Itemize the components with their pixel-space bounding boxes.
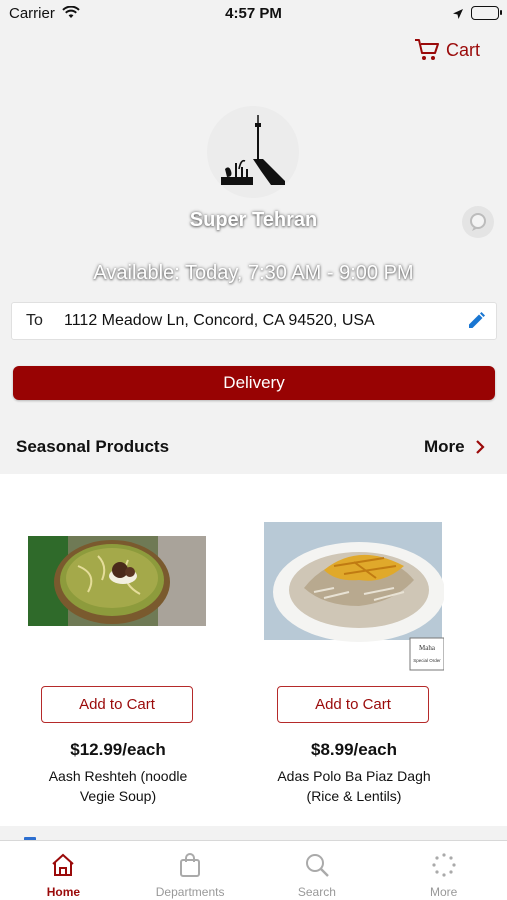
status-bar: Carrier 4:57 PM: [0, 0, 507, 30]
tab-label: Departments: [155, 885, 225, 899]
product-name: Adas Polo Ba Piaz Dagh (Rice & Lentils): [277, 768, 431, 804]
add-to-cart-button[interactable]: Add to Cart: [41, 686, 193, 723]
delivery-address: 1112 Meadow Ln, Concord, CA 94520, USA: [64, 312, 375, 329]
svg-text:Maha: Maha: [419, 644, 436, 652]
tab-departments[interactable]: Departments: [127, 841, 254, 900]
product-image-aash-reshteh[interactable]: [28, 536, 206, 626]
add-to-cart-button[interactable]: Add to Cart: [277, 686, 429, 723]
cart-label: Cart: [446, 39, 481, 60]
chat-icon[interactable]: [462, 206, 494, 238]
availability-text: Available: Today, 7:30 AM - 9:00 PM: [93, 262, 414, 284]
tab-bar: Home Departments Search More: [0, 840, 507, 900]
next-section-strip: [0, 826, 507, 841]
product-carousel: Add to Cart $12.99/each Aash Reshteh (no…: [0, 474, 507, 826]
battery-icon: [471, 6, 502, 20]
delivery-button[interactable]: Delivery: [13, 366, 495, 400]
product-price: $8.99/each: [310, 740, 397, 759]
search-icon: [304, 851, 330, 879]
more-dots-icon: [431, 851, 457, 879]
more-link[interactable]: More: [424, 437, 485, 457]
tab-label: Search: [297, 885, 336, 899]
tab-more[interactable]: More: [380, 841, 507, 900]
svg-text:Special Order: Special Order: [413, 658, 441, 663]
product-card[interactable]: Maha Special Order Add to Cart $8.99/eac…: [236, 474, 472, 826]
chevron-right-icon: [475, 440, 485, 454]
seasonal-products-header: Seasonal Products More: [0, 418, 507, 474]
store-logo: [207, 106, 299, 198]
product-price: $12.99/each: [70, 740, 166, 759]
product-name: Aash Reshteh (noodle Vegie Soup): [48, 768, 188, 804]
product-image-adas-polo[interactable]: Maha Special Order: [264, 522, 445, 671]
tab-home[interactable]: Home: [0, 841, 127, 900]
edit-pencil-icon[interactable]: [456, 311, 496, 331]
location-arrow-icon: [452, 7, 464, 24]
clock: 4:57 PM: [225, 5, 282, 22]
tab-label: Home: [46, 885, 81, 899]
address-prefix: To: [26, 312, 43, 329]
tab-search[interactable]: Search: [254, 841, 381, 900]
product-card[interactable]: Add to Cart $12.99/each Aash Reshteh (no…: [0, 474, 236, 826]
more-label: More: [424, 437, 465, 456]
delivery-address-row[interactable]: To 1112 Meadow Ln, Concord, CA 94520, US…: [11, 302, 497, 340]
cart-button[interactable]: Cart: [414, 38, 480, 62]
store-name: Super Tehran: [189, 209, 318, 231]
cart-icon: [415, 39, 439, 60]
tab-label: More: [429, 885, 458, 899]
shopping-bag-icon: [178, 851, 202, 879]
section-title: Seasonal Products: [16, 437, 170, 456]
home-icon: [50, 851, 76, 879]
